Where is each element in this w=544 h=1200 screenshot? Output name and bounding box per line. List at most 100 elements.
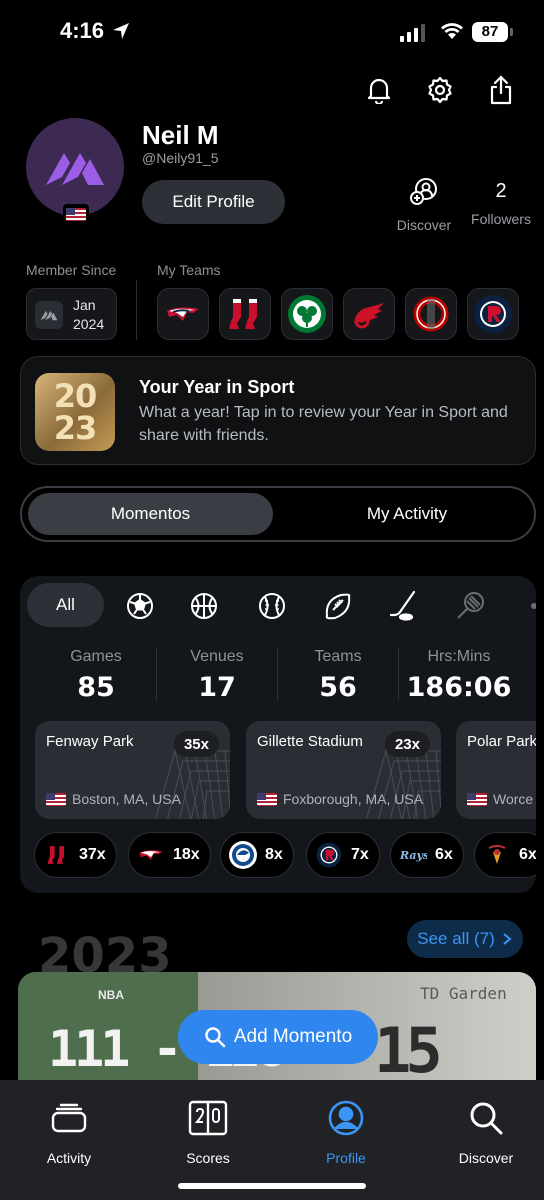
rays-logo-icon: Rays xyxy=(399,841,427,869)
stat-games-label: Games xyxy=(70,648,122,665)
view-segmented-control: Momentos My Activity xyxy=(20,486,536,542)
divider xyxy=(136,280,137,340)
year-card-title: Your Year in Sport xyxy=(139,377,295,397)
stat-teams-value: 56 xyxy=(319,672,357,703)
stat-venues-value: 17 xyxy=(198,672,236,703)
see-all-button[interactable]: See all (7) xyxy=(407,920,523,958)
my-teams-label: My Teams xyxy=(157,262,221,278)
tab-discover[interactable]: Discover xyxy=(436,1098,536,1166)
red-sox-logo-icon xyxy=(229,299,257,329)
woo-sox-logo-icon xyxy=(483,841,511,869)
year-in-sport-card[interactable]: 20 23 Your Year in Sport What a year! Ta… xyxy=(20,356,536,465)
svg-text:Rays: Rays xyxy=(399,849,427,862)
tab-profile[interactable]: Profile xyxy=(296,1098,396,1166)
team-patriots[interactable] xyxy=(157,288,209,340)
ticket-venue: TD Garden xyxy=(420,984,507,1003)
add-momento-button[interactable]: Add Momento xyxy=(178,1010,378,1064)
avatar[interactable] xyxy=(26,118,124,216)
revolution-logo-icon xyxy=(315,841,343,869)
more-sports-icon[interactable] xyxy=(518,590,536,622)
tab-activity[interactable]: Activity xyxy=(19,1098,119,1166)
tab-scores[interactable]: Scores xyxy=(158,1098,258,1166)
add-person-icon xyxy=(410,178,437,205)
tab-my-activity[interactable]: My Activity xyxy=(282,493,532,535)
soccer-icon[interactable] xyxy=(124,590,156,622)
country-flag-badge xyxy=(63,204,89,224)
basketball-icon[interactable] xyxy=(188,590,220,622)
venue-location: Boston, MA, USA xyxy=(46,791,181,807)
tab-profile-label: Profile xyxy=(326,1150,366,1166)
year-tile-top: 20 xyxy=(53,377,98,415)
blue-jays-logo-icon xyxy=(229,841,257,869)
celtics-logo-icon xyxy=(288,295,326,333)
year-tile-bottom: 23 xyxy=(53,409,98,447)
stat-hours: Hrs:Mins 186:06 xyxy=(399,648,519,703)
notifications-bell-icon[interactable] xyxy=(361,72,397,108)
tab-momentos[interactable]: Momentos xyxy=(28,493,273,535)
battery-cap xyxy=(510,28,513,36)
home-indicator xyxy=(178,1183,366,1189)
team-chip-blue-jays[interactable]: 8x xyxy=(220,832,294,878)
see-all-label: See all (7) xyxy=(417,929,495,948)
settings-gear-icon[interactable] xyxy=(422,72,458,108)
football-icon[interactable] xyxy=(322,590,354,622)
search-icon xyxy=(470,1102,503,1135)
red-wings-logo-icon xyxy=(354,303,384,329)
team-chip-count: 6x xyxy=(519,846,536,863)
team-celtics[interactable] xyxy=(281,288,333,340)
team-chip-rays[interactable]: Rays 6x xyxy=(390,832,464,878)
patriots-logo-icon xyxy=(137,841,165,869)
filter-all-chip[interactable]: All xyxy=(27,583,104,627)
team-chip-revolution[interactable]: 7x xyxy=(306,832,380,878)
us-flag-icon xyxy=(257,792,277,806)
scores-icon xyxy=(188,1100,228,1136)
team-chip-woo-sox[interactable]: 6x xyxy=(474,832,536,878)
member-since-label: Member Since xyxy=(26,262,117,278)
team-revolution[interactable] xyxy=(467,288,519,340)
activity-icon xyxy=(51,1103,87,1133)
venue-location-text: Boston, MA, USA xyxy=(72,791,181,807)
profile-handle: @Neily91_5 xyxy=(142,150,219,166)
team-red-sox[interactable] xyxy=(219,288,271,340)
member-year: 2024 xyxy=(73,316,105,332)
team-ohio-state[interactable] xyxy=(405,288,457,340)
stat-venues: Venues 17 xyxy=(157,648,277,703)
profile-name: Neil M xyxy=(142,120,219,150)
discover-label: Discover xyxy=(396,217,452,233)
stat-hours-label: Hrs:Mins xyxy=(427,648,491,665)
team-chip-count: 18x xyxy=(173,846,200,863)
venue-card-gillette[interactable]: Gillette Stadium 23x Foxborough, MA, USA xyxy=(246,721,441,819)
red-sox-logo-icon xyxy=(43,841,71,869)
discover-people-button[interactable]: Discover xyxy=(393,178,455,233)
member-month: Jan xyxy=(73,297,96,313)
wifi-icon xyxy=(441,23,463,39)
team-red-wings[interactable] xyxy=(343,288,395,340)
ohio-state-logo-icon xyxy=(413,296,449,332)
stat-games: Games 85 xyxy=(36,648,156,703)
team-chip-patriots[interactable]: 18x xyxy=(128,832,211,878)
tennis-icon[interactable] xyxy=(454,590,486,622)
share-icon[interactable] xyxy=(483,72,519,108)
add-momento-label: Add Momento xyxy=(233,1026,353,1047)
hockey-icon[interactable] xyxy=(388,590,420,622)
cellular-signal-icon xyxy=(400,24,425,42)
tab-discover-label: Discover xyxy=(458,1150,514,1166)
member-since-box: Jan 2024 xyxy=(26,288,117,340)
status-time: 4:16 xyxy=(60,18,105,43)
team-chip-count: 6x xyxy=(435,846,453,863)
team-chip-count: 37x xyxy=(79,846,106,863)
venue-name: Polar Park xyxy=(467,733,536,750)
baseball-icon[interactable] xyxy=(256,590,288,622)
year-2023-tile: 20 23 xyxy=(35,373,115,451)
venue-card-fenway[interactable]: Fenway Park 35x Boston, MA, USA xyxy=(35,721,230,819)
team-chip-red-sox[interactable]: 37x xyxy=(34,832,117,878)
venue-name: Fenway Park xyxy=(46,733,134,750)
us-flag-icon xyxy=(46,792,66,806)
stats-panel: All Games 85 Venues 17 Teams 56 Hrs:Mins… xyxy=(20,576,536,893)
followers-button[interactable]: 2 Followers xyxy=(468,180,534,227)
battery-indicator: 87 xyxy=(472,22,508,42)
momento-small-logo-icon xyxy=(35,301,63,329)
venue-card-polar-park[interactable]: Polar Park Worce xyxy=(456,721,536,819)
edit-profile-button[interactable]: Edit Profile xyxy=(142,180,285,224)
revolution-logo-icon xyxy=(474,295,512,333)
